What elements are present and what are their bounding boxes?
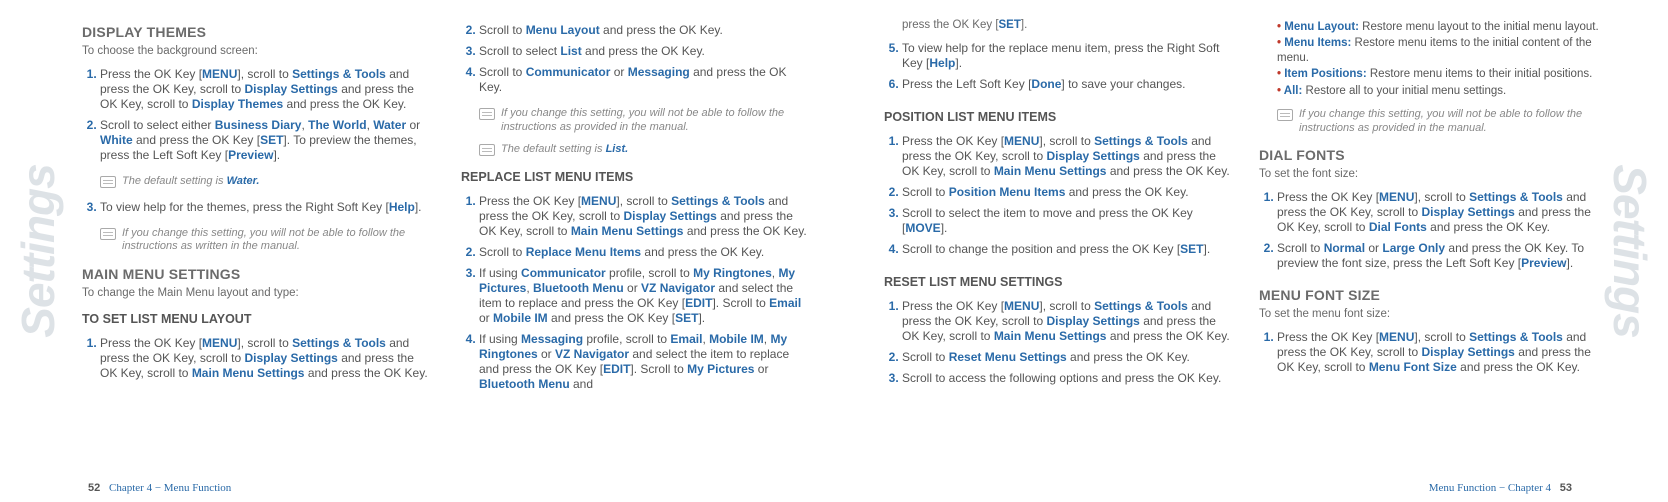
step: If using Messaging profile, scroll to Em… [479,332,812,392]
page-right: press the OK Key [SET]. To view help for… [864,0,1634,502]
replace-list-menu-items-steps: Press the OK Key [MENU], scroll to Setti… [461,191,812,398]
step: Press the OK Key [MENU], scroll to Setti… [1277,330,1606,375]
list-item: Menu Layout: Restore menu layout to the … [1277,20,1606,34]
menu-font-size-lead: To set the menu font size: [1259,307,1606,321]
main-menu-settings-lead: To change the Main Menu layout and type: [82,286,433,300]
step: Press the OK Key [MENU], scroll to Setti… [100,336,433,381]
display-themes-lead: To choose the background screen: [82,44,433,58]
page-left: DISPLAY THEMES To choose the background … [62,0,832,502]
note-icon [479,108,495,120]
list-item: Menu Items: Restore menu items to the in… [1277,36,1606,65]
footer-right: Menu Function − Chapter 4 53 [1429,482,1578,496]
reset-list-menu-settings-steps: Press the OK Key [MENU], scroll to Setti… [884,296,1231,392]
display-themes-heading: DISPLAY THEMES [82,24,433,42]
step: Scroll to Reset Menu Settings and press … [902,350,1231,365]
step: To view help for the replace menu item, … [902,41,1231,71]
step: Press the OK Key [MENU], scroll to Setti… [1277,190,1606,235]
step: Scroll to Communicator or Messaging and … [479,65,812,95]
right-col-1: press the OK Key [SET]. To view help for… [884,18,1231,476]
footer-right-text: Menu Function − Chapter 4 [1429,482,1551,494]
step: Scroll to select either Business Diary, … [100,118,433,163]
position-list-menu-items-steps: Press the OK Key [MENU], scroll to Setti… [884,131,1231,263]
menu-font-size-heading: MENU FONT SIZE [1259,287,1606,305]
dial-fonts-lead: To set the font size: [1259,167,1606,181]
step: Scroll to Position Menu Items and press … [902,185,1231,200]
continuation-text: press the OK Key [SET]. [902,18,1231,32]
display-themes-steps-cont: To view help for the themes, press the R… [82,197,433,221]
step: Scroll to Normal or Large Only and press… [1277,241,1606,271]
dial-fonts-steps: Press the OK Key [MENU], scroll to Setti… [1259,187,1606,277]
step: Press the OK Key [MENU], scroll to Setti… [479,194,812,239]
step: Press the OK Key [MENU], scroll to Setti… [902,134,1231,179]
reset-list-menu-settings-heading: RESET LIST MENU SETTINGS [884,275,1231,291]
set-list-menu-layout-steps: Press the OK Key [MENU], scroll to Setti… [82,333,433,387]
replace-list-menu-items-heading: REPLACE LIST MENU ITEMS [461,170,812,186]
display-themes-steps: Press the OK Key [MENU], scroll to Setti… [82,64,433,169]
replace-list-menu-items-steps-cont: To view help for the replace menu item, … [884,38,1231,98]
footer-left: 52 Chapter 4 − Menu Function [82,482,231,496]
step: Scroll to Menu Layout and press the OK K… [479,23,812,38]
reset-options-list: Menu Layout: Restore menu layout to the … [1277,18,1606,100]
page-number-left: 52 [88,482,100,494]
set-list-menu-layout-steps-cont: Scroll to Menu Layout and press the OK K… [461,20,812,101]
note-icon [1277,109,1293,121]
step: Scroll to change the position and press … [902,242,1231,257]
position-list-menu-items-heading: POSITION LIST MENU ITEMS [884,110,1231,126]
set-list-menu-layout-heading: TO SET LIST MENU LAYOUT [82,312,433,328]
page-number-right: 53 [1560,482,1572,494]
note: If you change this setting, you will not… [1277,108,1606,136]
step: Press the Left Soft Key [Done] to save y… [902,77,1231,92]
step: Press the OK Key [MENU], scroll to Setti… [100,67,433,112]
left-col-2: Scroll to Menu Layout and press the OK K… [461,18,812,476]
step: Scroll to Replace Menu Items and press t… [479,245,812,260]
right-col-2: Menu Layout: Restore menu layout to the … [1259,18,1606,476]
note: The default setting is List. [479,143,812,157]
footer-left-text: Chapter 4 − Menu Function [109,482,231,494]
note: If you change this setting, you will not… [479,107,812,135]
step: Scroll to select the item to move and pr… [902,206,1231,236]
note-icon [100,228,116,240]
note: If you change this setting, you will not… [100,227,433,255]
step: Scroll to select List and press the OK K… [479,44,812,59]
list-item: Item Positions: Restore menu items to th… [1277,67,1606,81]
note-icon [479,144,495,156]
step: If using Communicator profile, scroll to… [479,266,812,326]
dial-fonts-heading: DIAL FONTS [1259,147,1606,165]
step: Scroll to access the following options a… [902,371,1231,386]
step: Press the OK Key [MENU], scroll to Setti… [902,299,1231,344]
side-label-left: Settings [10,164,68,337]
note-icon [100,176,116,188]
list-item: All: Restore all to your initial menu se… [1277,84,1606,98]
main-menu-settings-heading: MAIN MENU SETTINGS [82,266,433,284]
menu-font-size-steps: Press the OK Key [MENU], scroll to Setti… [1259,327,1606,381]
step: To view help for the themes, press the R… [100,200,433,215]
left-col-1: DISPLAY THEMES To choose the background … [82,18,433,476]
note: The default setting is Water. [100,175,433,189]
